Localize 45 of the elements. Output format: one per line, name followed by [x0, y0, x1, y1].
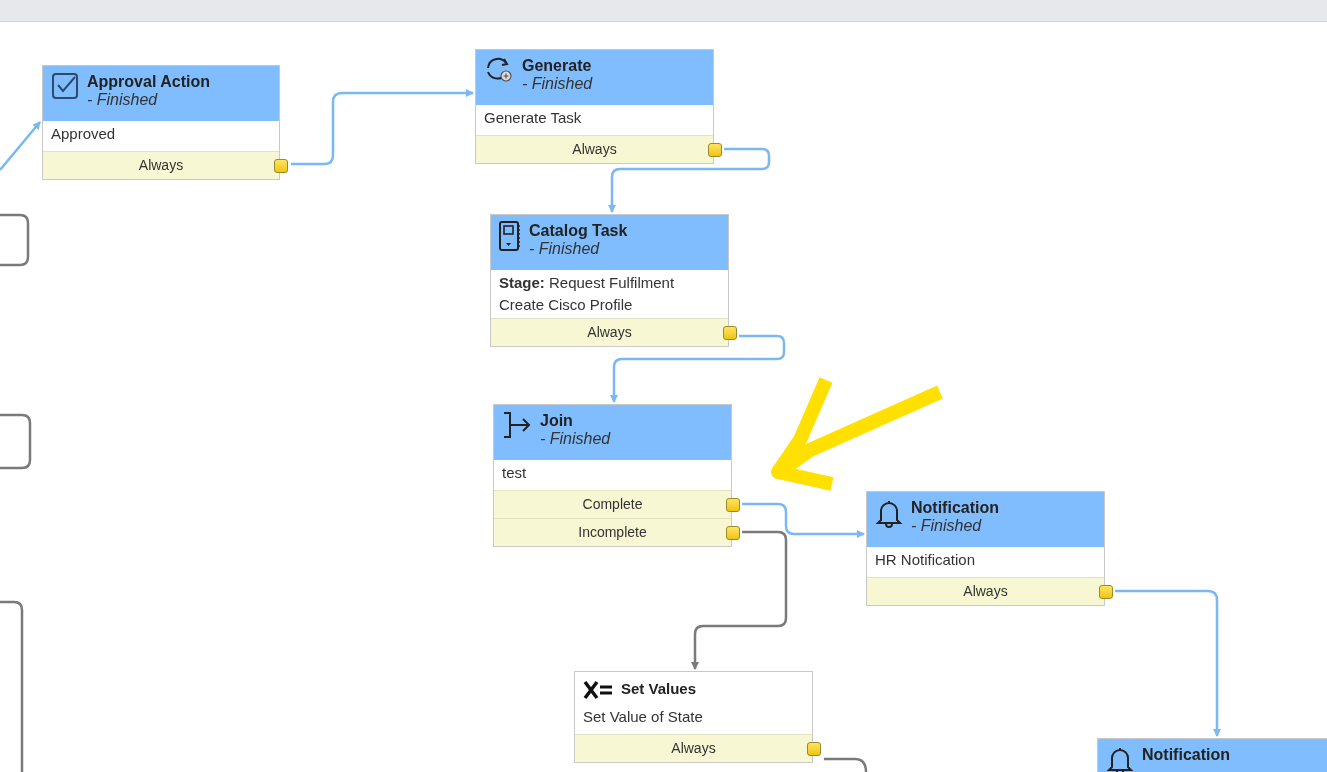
node-text: Stage: Request Fulfilment: [499, 273, 676, 293]
condition-label: Complete: [582, 495, 643, 514]
node-title: Notification: [911, 499, 999, 517]
connection-port[interactable]: [708, 143, 722, 157]
connector-line: [824, 757, 868, 772]
node-status: - Finished: [87, 91, 159, 109]
node-status: - Finished: [540, 430, 611, 448]
connector-line: [0, 213, 30, 267]
node-text: Set Value of State: [583, 707, 704, 727]
connection-port[interactable]: [726, 498, 740, 512]
condition-label: Always: [572, 140, 617, 159]
connection-port[interactable]: [723, 326, 737, 340]
node-title: Notification: [1142, 746, 1230, 764]
condition-label: Always: [671, 739, 716, 758]
connector-line: [0, 413, 32, 470]
node-status: - Finished: [529, 240, 601, 258]
connection-port[interactable]: [1099, 585, 1113, 599]
node-text: HR Notification: [875, 550, 977, 570]
node-text: test: [502, 463, 528, 483]
bell-icon: [875, 498, 903, 528]
condition-label: Always: [587, 323, 632, 342]
device-icon: [499, 221, 521, 251]
node-text: Generate Task: [484, 108, 583, 128]
connection-port[interactable]: [274, 159, 288, 173]
checkbox-icon: [51, 72, 79, 100]
connection-port[interactable]: [807, 742, 821, 756]
node-title: Catalog Task: [529, 222, 628, 240]
node-title: Approval Action: [87, 73, 210, 91]
node-title: Generate: [522, 57, 593, 75]
condition-label: Incomplete: [578, 523, 647, 542]
condition-label: Always: [138, 156, 184, 175]
bell-icon: [1106, 745, 1134, 772]
node-text: Approved: [51, 124, 117, 144]
connector-line: [0, 121, 41, 171]
activity-node[interactable]: Notification: [1097, 738, 1327, 772]
cycle-plus-icon: [484, 56, 514, 84]
node-text: Create Cisco Profile: [499, 295, 634, 315]
variable-equals-icon: [583, 680, 613, 700]
join-icon: [502, 411, 532, 439]
node-title: Set Values: [621, 680, 697, 698]
node-status: - Finished: [911, 517, 983, 535]
condition-label: Always: [963, 582, 1008, 601]
node-status: - Finished: [522, 75, 593, 93]
node-title: Join: [540, 412, 574, 430]
connection-port[interactable]: [726, 526, 740, 540]
